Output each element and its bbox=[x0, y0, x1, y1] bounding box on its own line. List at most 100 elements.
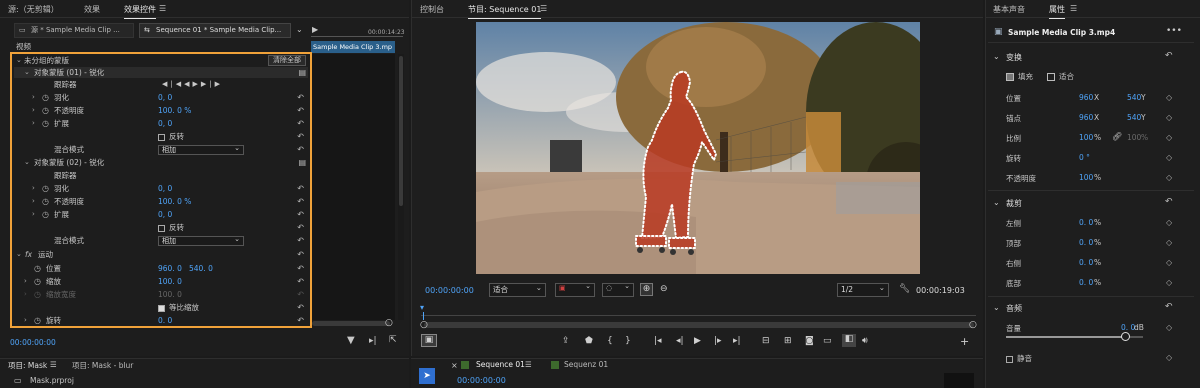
keyframe-icon[interactable]: ◇ bbox=[1166, 153, 1172, 162]
link-icon[interactable]: 🔗︎ bbox=[1112, 132, 1122, 141]
crop-bottom-value[interactable]: 0. 0 bbox=[1079, 278, 1093, 287]
position-x-value[interactable]: 960 bbox=[1079, 93, 1093, 102]
program-timecode-left[interactable]: 00:00:00:00 bbox=[425, 286, 474, 295]
opacity-value[interactable]: 100 bbox=[1079, 173, 1093, 182]
play-icon[interactable]: ▶ bbox=[694, 336, 701, 346]
reset-icon[interactable]: ↶ bbox=[1165, 197, 1173, 207]
subtab-dropdown-icon[interactable]: ⌄ bbox=[296, 25, 303, 34]
tab-source[interactable]: 源:（无剪辑） bbox=[8, 4, 59, 15]
left-timecode[interactable]: 00:00:00:00 bbox=[10, 338, 56, 347]
play-range-icon[interactable]: ▸| bbox=[369, 336, 377, 346]
remove-icon[interactable]: ⊖ bbox=[660, 284, 668, 294]
resolution-select[interactable]: 1/2 bbox=[837, 282, 889, 297]
insert-icon[interactable]: ⊟ bbox=[762, 336, 770, 346]
audio-icon[interactable]: 🔊︎ bbox=[862, 336, 868, 346]
reset-icon[interactable]: ↶ bbox=[1165, 302, 1173, 312]
keyframe-icon[interactable]: ◇ bbox=[1166, 133, 1172, 142]
keyframe-icon[interactable]: ◇ bbox=[1166, 113, 1172, 122]
x-label: X bbox=[1094, 93, 1100, 102]
panel-menu-icon[interactable]: ☰ bbox=[525, 360, 532, 369]
zoom-scrollbar[interactable] bbox=[424, 322, 974, 328]
time-ruler[interactable] bbox=[421, 302, 976, 316]
tab-project-mask[interactable]: 项目: Mask bbox=[8, 360, 47, 371]
overlay-select[interactable]: ▣ bbox=[555, 282, 595, 297]
step-back-icon[interactable]: ◂| bbox=[676, 336, 684, 346]
transform-collapse-icon[interactable]: ⌄ bbox=[993, 52, 1000, 61]
tab-essential-sound[interactable]: 基本声音 bbox=[993, 4, 1025, 15]
mini-timeline-clip[interactable]: Sample Media Clip 3.mp bbox=[311, 41, 395, 53]
filter-icon[interactable]: ▼ bbox=[347, 335, 355, 346]
tab-program[interactable]: 节目: Sequence 01 bbox=[468, 4, 542, 19]
camera-icon[interactable]: ◙ bbox=[805, 336, 814, 346]
audio-collapse-icon[interactable]: ⌄ bbox=[993, 303, 1000, 312]
keyframe-icon[interactable]: ◇ bbox=[1166, 238, 1172, 247]
panel-menu-icon[interactable]: ☰ bbox=[1070, 4, 1077, 13]
left-scrollbar[interactable] bbox=[398, 54, 404, 320]
go-to-out-icon[interactable]: ▸| bbox=[733, 336, 741, 346]
tab-sequence-01[interactable]: Sequence 01 bbox=[476, 360, 525, 369]
project-file-name[interactable]: Mask.prproj bbox=[30, 376, 74, 385]
go-to-in-icon[interactable]: |◂ bbox=[654, 336, 662, 346]
compare-icon[interactable]: ▭ bbox=[823, 336, 832, 346]
left-zoom-scrollbar[interactable] bbox=[312, 321, 390, 326]
crop-right-value[interactable]: 0. 0 bbox=[1079, 258, 1093, 267]
tab-effect-controls[interactable]: 效果控件 bbox=[124, 4, 156, 19]
tab-sequenz-01[interactable]: Sequenz 01 bbox=[564, 360, 608, 369]
scale-value[interactable]: 100 bbox=[1079, 133, 1093, 142]
zoom-handle-left[interactable]: ○ bbox=[420, 320, 428, 330]
tab-properties[interactable]: 属性 bbox=[1049, 4, 1065, 19]
sequence-subtab[interactable]: ⇆ Sequence 01 * Sample Media Clip... bbox=[139, 23, 291, 38]
comment-select[interactable]: ◌ bbox=[602, 282, 634, 297]
keyframe-icon[interactable]: ◇ bbox=[1166, 353, 1172, 362]
anchor-x-value[interactable]: 960 bbox=[1079, 113, 1093, 122]
overwrite-icon[interactable]: ⊞ bbox=[784, 336, 792, 346]
add-button-icon[interactable]: + bbox=[960, 335, 969, 348]
tab-effects[interactable]: 效果 bbox=[84, 4, 100, 15]
zoom-handle[interactable]: ○ bbox=[385, 318, 393, 328]
zoom-handle-right[interactable]: ○ bbox=[969, 320, 977, 330]
crop-left-value[interactable]: 0. 0 bbox=[1079, 218, 1093, 227]
lift-icon[interactable]: ⇪ bbox=[562, 336, 570, 346]
keyframe-icon[interactable]: ◇ bbox=[1166, 258, 1172, 267]
mute-checkbox[interactable]: 静音 bbox=[1006, 353, 1032, 364]
panel-menu-icon[interactable]: ☰ bbox=[159, 4, 166, 13]
tab-project-mask-blur[interactable]: 项目: Mask - blur bbox=[72, 360, 133, 371]
keyframe-icon[interactable]: ◇ bbox=[1166, 323, 1172, 332]
in-point-icon[interactable]: { bbox=[607, 336, 613, 346]
fit-select[interactable]: 适合 bbox=[489, 282, 546, 297]
export-icon[interactable]: ⇱ bbox=[389, 335, 397, 345]
add-marker-icon[interactable]: ⊕ bbox=[640, 283, 653, 296]
rotation-value[interactable]: 0 ° bbox=[1079, 153, 1090, 162]
volume-slider-fill bbox=[1006, 336, 1126, 338]
step-forward-icon[interactable]: |▸ bbox=[714, 336, 722, 346]
keyframe-icon[interactable]: ◇ bbox=[1166, 218, 1172, 227]
keyframe-icon[interactable]: ◇ bbox=[1166, 278, 1172, 287]
keyframe-icon[interactable]: ◇ bbox=[1166, 173, 1172, 182]
video-frame[interactable] bbox=[476, 22, 920, 274]
db-label: dB bbox=[1134, 323, 1144, 332]
playhead-marker[interactable]: ▾ bbox=[420, 303, 424, 312]
reset-icon[interactable]: ↶ bbox=[1165, 51, 1173, 61]
position-y-value[interactable]: 540 bbox=[1127, 93, 1141, 102]
panel-menu-icon[interactable]: ☰ bbox=[50, 360, 57, 369]
out-point-icon[interactable]: } bbox=[625, 336, 631, 346]
fit-button[interactable]: 适合 bbox=[1047, 71, 1074, 82]
timeline-nav-icon[interactable]: ▶ bbox=[312, 25, 318, 34]
timeline-timecode[interactable]: 00:00:00:00 bbox=[457, 376, 506, 385]
anchor-y-value[interactable]: 540 bbox=[1127, 113, 1141, 122]
safe-margins-icon[interactable]: ▣ bbox=[421, 334, 437, 347]
crop-collapse-icon[interactable]: ⌄ bbox=[993, 198, 1000, 207]
wrench-icon[interactable]: 🔧︎ bbox=[899, 284, 910, 294]
more-options-icon[interactable]: ••• bbox=[1166, 26, 1182, 36]
multicam-icon[interactable]: ◧ bbox=[842, 334, 856, 347]
keyframe-icon[interactable]: ◇ bbox=[1166, 93, 1172, 102]
tab-console[interactable]: 控制台 bbox=[420, 4, 444, 15]
percent-label: % bbox=[1094, 238, 1102, 247]
source-subtab[interactable]: ▭ 源 * Sample Media Clip ... bbox=[14, 23, 134, 38]
panel-menu-icon[interactable]: ☰ bbox=[540, 4, 547, 13]
close-tab-icon[interactable]: × bbox=[451, 361, 458, 370]
marker-icon[interactable]: ⬟ bbox=[585, 336, 593, 346]
selection-tool-icon[interactable]: ➤ bbox=[419, 368, 435, 384]
fill-button[interactable]: 填充 bbox=[1006, 71, 1033, 82]
crop-top-value[interactable]: 0. 0 bbox=[1079, 238, 1093, 247]
